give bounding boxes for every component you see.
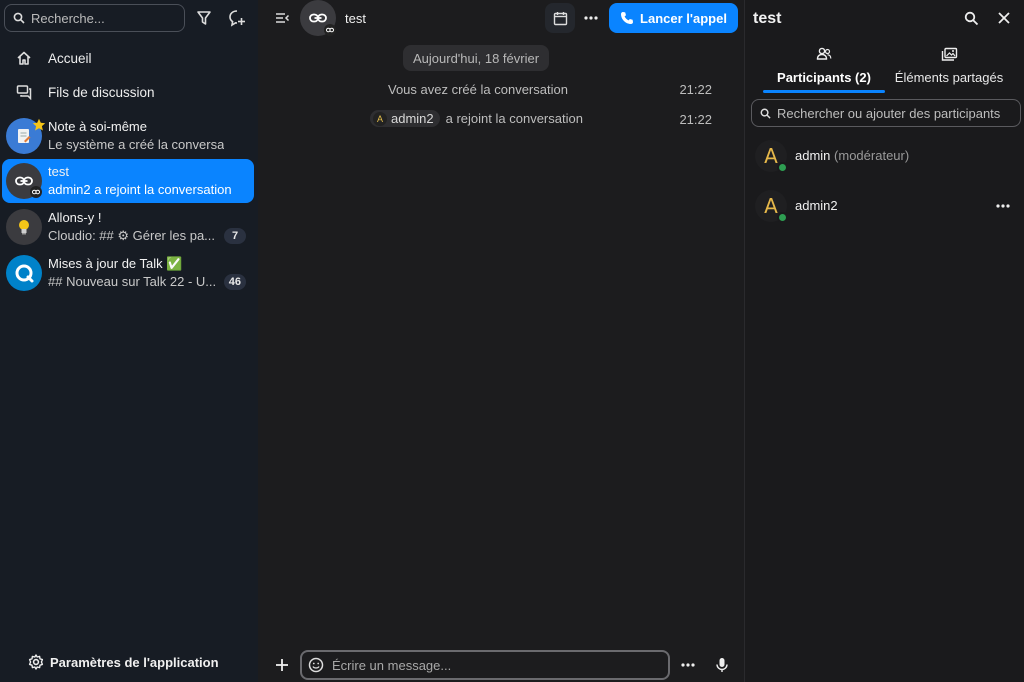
composer-more-button[interactable] xyxy=(674,651,702,679)
online-status-icon xyxy=(777,212,788,223)
participant-item[interactable]: A admin2 xyxy=(751,186,1021,226)
conversation-name: Allons-y ! xyxy=(48,210,102,225)
system-message-text: a rejoint la conversation xyxy=(445,111,583,126)
conversation-item-test[interactable]: test admin2 a rejoint la conversation xyxy=(2,159,254,203)
app-settings-label: Paramètres de l'application xyxy=(50,654,219,670)
avatar xyxy=(6,255,42,291)
tab-participants[interactable]: Participants (2) xyxy=(763,44,885,94)
link-badge-icon xyxy=(30,186,42,198)
threads-icon xyxy=(16,85,32,100)
conversation-name: Note à soi-même xyxy=(48,119,147,134)
mention-name: admin2 xyxy=(391,111,434,126)
conversation-item-allons-y[interactable]: Allons-y ! Cloudio: ## ⚙ Gérer les pa...… xyxy=(2,205,254,249)
new-conversation-button[interactable] xyxy=(223,4,251,32)
search-icon xyxy=(13,12,25,24)
nav-item-label: Fils de discussion xyxy=(48,84,155,100)
close-icon xyxy=(998,12,1010,24)
collapse-sidebar-icon xyxy=(276,13,290,23)
conversation-search-input[interactable] xyxy=(31,10,171,26)
participant-search[interactable] xyxy=(751,99,1021,127)
tab-label: Éléments partagés xyxy=(894,70,1004,85)
conversation-last-message: admin2 a rejoint la conversation xyxy=(48,182,232,197)
message-input[interactable] xyxy=(332,657,652,673)
nav-item-threads[interactable]: Fils de discussion xyxy=(4,76,254,108)
conversation-item-talk-updates[interactable]: Mises à jour de Talk ✅ ## Nouveau sur Ta… xyxy=(2,251,254,295)
close-panel-button[interactable] xyxy=(990,4,1018,32)
avatar xyxy=(6,209,42,245)
conversation-last-message: Cloudio: ## ⚙ Gérer les pa... xyxy=(48,228,216,243)
panel-title: test xyxy=(753,10,782,27)
search-icon xyxy=(964,11,978,25)
date-separator: Aujourd'hui, 18 février xyxy=(403,45,550,71)
tab-shared-items[interactable]: Éléments partagés xyxy=(891,44,1007,94)
conversation-name: Mises à jour de Talk ✅ xyxy=(48,256,183,271)
message-time: 21:22 xyxy=(679,82,712,97)
emoji-icon[interactable] xyxy=(308,657,324,673)
start-call-button[interactable]: Lancer l'appel xyxy=(609,3,738,33)
phone-icon xyxy=(621,12,634,24)
participant-search-input[interactable] xyxy=(777,105,1017,121)
talk-logo-icon xyxy=(15,264,34,283)
calendar-button[interactable] xyxy=(545,3,575,33)
plus-icon xyxy=(276,659,288,671)
system-message-text: Vous avez créé la conversation xyxy=(388,82,568,97)
filter-button[interactable] xyxy=(190,4,218,32)
note-icon xyxy=(18,129,31,143)
online-status-icon xyxy=(777,162,788,173)
tab-label: Participants (2) xyxy=(777,70,871,85)
conversation-header: test Lancer l'appel xyxy=(258,0,744,38)
more-horizontal-icon xyxy=(996,204,1010,208)
shared-items-icon xyxy=(941,47,957,61)
user-mention[interactable]: Aadmin2 xyxy=(370,110,440,127)
attach-button[interactable] xyxy=(268,651,296,679)
participant-actions-button[interactable] xyxy=(991,194,1015,218)
nav-item-home[interactable]: Accueil xyxy=(4,42,254,74)
voice-message-button[interactable] xyxy=(708,651,736,679)
home-icon xyxy=(17,51,31,65)
search-icon xyxy=(760,108,771,119)
participant-role: (modérateur) xyxy=(834,148,910,163)
more-horizontal-icon xyxy=(681,663,695,667)
conversation-search[interactable] xyxy=(4,4,185,32)
conversation-last-message: Le système a créé la conversation xyxy=(48,137,224,152)
microphone-icon xyxy=(716,658,728,672)
message-time: 21:22 xyxy=(679,112,712,127)
unread-count-badge: 46 xyxy=(223,274,246,290)
conversation-item-note-to-self[interactable]: Note à soi-même Le système a créé la con… xyxy=(2,114,254,158)
conversation-details-panel: test Participants (2) Éléments partagés … xyxy=(744,0,1024,682)
filter-icon xyxy=(197,11,211,25)
gear-icon xyxy=(28,654,44,670)
conversation-name: test xyxy=(48,164,69,179)
participant-name: admin2 xyxy=(795,198,838,213)
link-badge-icon xyxy=(324,24,336,36)
nav-item-label: Accueil xyxy=(48,50,92,66)
more-horizontal-icon xyxy=(584,16,598,20)
active-tab-indicator xyxy=(763,90,885,93)
participants-icon xyxy=(816,47,832,60)
system-message: Vous avez créé la conversation 21:22 xyxy=(258,82,744,102)
system-message: Aadmin2 a rejoint la conversation 21:22 xyxy=(258,110,744,130)
lightbulb-icon xyxy=(19,220,29,235)
more-actions-button[interactable] xyxy=(577,4,605,32)
new-chat-icon xyxy=(229,10,245,27)
start-call-label: Lancer l'appel xyxy=(640,10,727,26)
favorite-star-icon xyxy=(32,118,46,131)
avatar: A xyxy=(373,111,387,126)
participant-item[interactable]: A admin (modérateur) xyxy=(751,136,1021,176)
participant-name: admin xyxy=(795,148,831,163)
conversation-sidebar: Accueil Fils de discussion Note à soi-mê… xyxy=(0,0,258,682)
panel-search-button[interactable] xyxy=(957,4,985,32)
calendar-icon xyxy=(553,11,567,25)
conversation-view: test Lancer l'appel Aujourd'hui, 18 févr… xyxy=(258,0,744,682)
unread-count-badge: 7 xyxy=(224,228,246,244)
conversation-last-message: ## Nouveau sur Talk 22 - U... xyxy=(48,274,217,289)
message-composer[interactable] xyxy=(300,650,670,680)
toggle-sidebar-button[interactable] xyxy=(268,4,296,32)
conversation-title[interactable]: test xyxy=(345,11,366,26)
app-settings-button[interactable]: Paramètres de l'application xyxy=(28,650,219,674)
